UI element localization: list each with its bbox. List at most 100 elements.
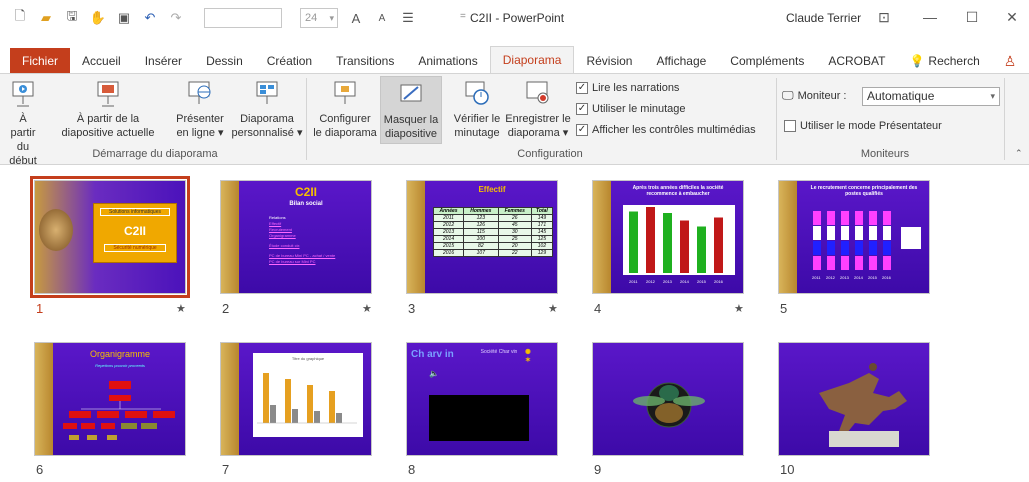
table-cell: 107 [463, 249, 499, 257]
presenter-checkbox[interactable] [784, 120, 796, 132]
x-tick-label: 2013 [663, 279, 673, 284]
transition-star-icon: ★ [734, 303, 744, 315]
chart-bar [646, 207, 655, 273]
narrations-checkbox[interactable]: ✓ [576, 82, 588, 94]
tab-inserer[interactable]: Insérer [133, 48, 194, 74]
table-cell: 82 [463, 242, 499, 250]
collapse-ribbon-icon[interactable]: ⌃ [1015, 148, 1023, 159]
slide-sorter: Solutions informatiques C2II Sécurité nu… [0, 166, 1029, 482]
chart-bar-segment [841, 241, 849, 255]
table-row: 2014 100 25 125 [432, 235, 554, 243]
x-tick-label: 2014 [680, 279, 690, 284]
chart-bar-segment [869, 241, 877, 255]
ribbon-tabs: Fichier Accueil Insérer Dessin Création … [0, 46, 1029, 74]
chart-bar-segment [813, 226, 821, 240]
timings-checkbox-row[interactable]: ✓ Utiliser le minutage [576, 103, 686, 115]
transition-star-icon: ★ [176, 303, 186, 315]
minimize-icon[interactable]: — [918, 6, 942, 28]
tab-revision[interactable]: Révision [574, 48, 644, 74]
media-controls-checkbox-row[interactable]: ✓ Afficher les contrôles multimédias [576, 124, 756, 136]
slide-thumbnail-3[interactable]: Effectif Années Hommes Femmes Total 2011 123 2… [406, 180, 558, 294]
touch-mode-icon[interactable]: ✋ [90, 10, 106, 26]
font-size-box[interactable]: 24 [300, 8, 338, 28]
table-header: Années [432, 207, 465, 215]
ribbon-display-icon[interactable]: ⊡ [872, 6, 896, 28]
align-text-icon[interactable]: ☰ [400, 10, 416, 26]
from-current-button[interactable]: À partir de la diapositive actuelle [58, 80, 158, 140]
rehearse-timings-button[interactable]: Vérifier le minutage [450, 80, 504, 140]
slide-thumbnail-8[interactable]: Ch arv in Société Char vin ✺ ✶ 🔈 [406, 342, 558, 456]
slide-thumbnail-1[interactable]: Solutions informatiques C2II Sécurité nu… [30, 176, 190, 298]
slide-thumbnail-2[interactable]: C2II Bilan social Relations Effectif Rec… [220, 180, 372, 294]
tab-accueil[interactable]: Accueil [70, 48, 133, 74]
tab-creation[interactable]: Création [255, 48, 324, 74]
user-name[interactable]: Claude Terrier [786, 11, 861, 25]
tab-affichage[interactable]: Affichage [644, 48, 718, 74]
x-tick-label: 2016 [714, 279, 724, 284]
monitor-select[interactable]: Automatique [862, 87, 1000, 106]
table-cell: 2012 [432, 221, 465, 229]
table-cell: 2016 [432, 249, 465, 257]
stacked-chart-5: 2011 2012 2013 2014 2015 2016 [812, 211, 921, 280]
slide-thumbnail-6[interactable]: Organigramme Repetions pouvoir proceeds [34, 342, 186, 456]
chart-bar-segment [855, 211, 863, 225]
font-name-box[interactable] [204, 8, 282, 28]
save-icon[interactable]: 🖫 [64, 8, 80, 26]
grow-font-icon[interactable]: A [348, 10, 364, 26]
slide-thumbnail-5[interactable]: Le recrutement concerne principalement d… [778, 180, 930, 294]
shrink-font-icon[interactable]: A [374, 10, 390, 26]
table-cell: 20 [497, 242, 532, 250]
share-icon[interactable]: ♙ [992, 48, 1029, 74]
table-cell: 102 [530, 242, 554, 250]
slide-thumbnail-7[interactable]: Titre du graphique [220, 342, 372, 456]
chart-bar-segment [855, 226, 863, 240]
group-divider [1004, 78, 1005, 160]
monitor-label-row: 🖵 Moniteur : [782, 88, 847, 102]
open-folder-icon[interactable]: ▰ [38, 10, 54, 26]
chart-bar-segment [883, 226, 891, 240]
setup-show-button[interactable]: Configurer le diaporama [312, 80, 378, 140]
slide-number: 5 [780, 301, 788, 316]
hide-slide-button[interactable]: Masquer la diapositive [380, 76, 442, 144]
slideshow-icon[interactable]: ▣ [116, 10, 132, 26]
tab-dessin[interactable]: Dessin [194, 48, 255, 74]
table-cell: 30 [497, 228, 532, 236]
maximize-icon[interactable]: ☐ [960, 6, 984, 28]
custom-show-icon [256, 81, 278, 104]
slide-thumbnail-4[interactable]: Après trois années difficiles la société… [592, 180, 744, 294]
tab-fichier[interactable]: Fichier [10, 48, 71, 74]
tab-animations[interactable]: Animations [406, 48, 489, 74]
custom-show-button[interactable]: Diaporama personnalisé ▾ [230, 80, 304, 140]
chart-bar [697, 226, 706, 273]
table-cell: 2014 [432, 235, 465, 243]
tab-acrobat[interactable]: ACROBAT [816, 48, 897, 74]
table-header: Hommes [463, 207, 499, 215]
narrations-checkbox-row[interactable]: ✓ Lire les narrations [576, 82, 679, 94]
chart-bar-segment [883, 211, 891, 225]
close-icon[interactable]: ✕ [1000, 6, 1024, 28]
slide-thumbnail-9[interactable] [592, 342, 744, 456]
slide-thumbnail-10[interactable] [778, 342, 930, 456]
table-row: 2016 107 22 129 [432, 249, 554, 257]
timings-checkbox[interactable]: ✓ [576, 103, 588, 115]
present-online-button[interactable]: Présenter en ligne ▾ [172, 80, 228, 140]
new-file-icon[interactable]: 🗋 [12, 8, 28, 26]
presenter-checkbox-row[interactable]: Utiliser le mode Présentateur [784, 120, 942, 132]
undo-icon[interactable]: ↶ [142, 10, 158, 26]
monitor-icon: 🖵 [782, 88, 794, 102]
tab-transitions[interactable]: Transitions [324, 48, 406, 74]
record-show-button[interactable]: Enregistrer le diaporama ▾ [504, 80, 572, 140]
table-cell: 2013 [432, 228, 465, 236]
x-tick-label: 2015 [697, 279, 707, 284]
redo-icon[interactable]: ↷ [168, 10, 184, 26]
customize-qat-icon[interactable]: = [460, 11, 466, 22]
table-cell: 123 [463, 214, 499, 222]
tab-diaporama[interactable]: Diaporama [489, 46, 575, 74]
tab-search[interactable]: 💡 Recherch [897, 48, 991, 74]
from-start-button[interactable]: À partir du début [6, 80, 40, 168]
title-bar: 🗋 ▰ 🖫 ✋ ▣ ↶ ↷ 24 A A ☰ = C2II - PowerPoi… [0, 0, 1029, 36]
tab-complements[interactable]: Compléments [718, 48, 816, 74]
table-cell: 149 [530, 214, 554, 222]
media-controls-checkbox[interactable]: ✓ [576, 124, 588, 136]
table-cell: 22 [497, 249, 532, 257]
